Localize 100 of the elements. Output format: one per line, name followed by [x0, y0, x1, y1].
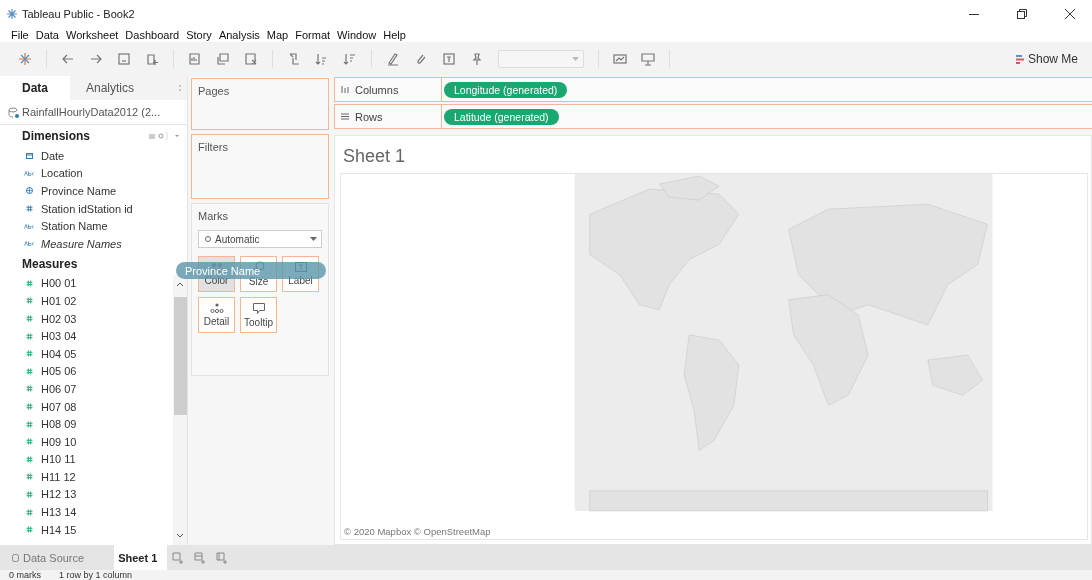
- number-type-icon: [25, 403, 33, 410]
- measure-field[interactable]: H05 06: [41, 365, 77, 378]
- show-me-button[interactable]: Show Me: [1015, 52, 1078, 66]
- menu-item[interactable]: Window: [337, 29, 377, 41]
- database-icon: [12, 553, 19, 562]
- save-icon[interactable]: [117, 52, 131, 66]
- menu-item[interactable]: Format: [295, 29, 331, 41]
- measure-field[interactable]: H10 11: [41, 453, 76, 466]
- dimension-field[interactable]: Date: [41, 149, 65, 162]
- pages-shelf[interactable]: Pages: [191, 78, 329, 130]
- mark-property-button[interactable]: Tooltip: [240, 297, 277, 333]
- view-search-icons[interactable]: [149, 132, 181, 140]
- minimize-icon[interactable]: [969, 13, 979, 15]
- number-type-icon: [25, 315, 33, 323]
- caret-icon: [310, 237, 317, 241]
- highlighter-icon[interactable]: [386, 52, 400, 66]
- measure-field[interactable]: H12 13: [41, 488, 77, 501]
- new-story-icon[interactable]: [216, 551, 229, 564]
- shelf-label: Rows: [355, 110, 383, 123]
- rows-icon: [341, 113, 349, 120]
- card-image-icon[interactable]: [613, 52, 627, 66]
- number-type-icon: [25, 332, 33, 340]
- detail-dots-icon: [209, 303, 224, 313]
- dimension-field[interactable]: Station idStation id: [41, 202, 133, 215]
- status-text: 1 row by 1 column: [59, 570, 133, 580]
- tableau-logo-icon[interactable]: [18, 52, 32, 66]
- swap-icon[interactable]: [287, 52, 301, 66]
- number-type-icon: [25, 385, 33, 393]
- dimension-field[interactable]: Measure Names: [41, 237, 122, 250]
- app-logo-icon: [6, 8, 18, 20]
- presentation-icon[interactable]: [641, 52, 655, 66]
- add-datasource-icon[interactable]: [145, 52, 159, 66]
- scrollbar[interactable]: [173, 274, 187, 545]
- menu-item[interactable]: Data: [35, 29, 59, 41]
- sheet-tab[interactable]: Data Source: [8, 545, 95, 570]
- dimension-field[interactable]: Location: [41, 167, 83, 180]
- measure-field[interactable]: H08 09: [41, 418, 77, 431]
- menu-item[interactable]: Dashboard: [125, 29, 180, 41]
- data-source-name[interactable]: RainfallHourlyData2012 (2...: [22, 106, 161, 118]
- database-icon: [8, 106, 19, 118]
- number-type-icon: [25, 455, 33, 463]
- abc-type-icon: [24, 241, 34, 247]
- sort-descending-icon[interactable]: [343, 52, 357, 66]
- mark-type-dropdown[interactable]: Automatic: [198, 230, 322, 248]
- measure-field[interactable]: H02 03: [41, 312, 77, 325]
- mark-property-button[interactable]: Detail: [198, 297, 235, 333]
- measure-field[interactable]: H01 02: [41, 294, 77, 307]
- speech-bubble-icon: [252, 302, 265, 314]
- measure-field[interactable]: H11 12: [41, 470, 76, 483]
- measure-field[interactable]: H06 07: [41, 382, 77, 395]
- new-sheet-icon[interactable]: [188, 52, 202, 66]
- dimension-field[interactable]: Province Name: [41, 185, 117, 197]
- clear-sheet-icon[interactable]: [244, 52, 258, 66]
- calendar-icon: [25, 152, 33, 159]
- rows-shelf[interactable]: Rows Latitude (generated): [334, 104, 1092, 129]
- paperclip-icon[interactable]: [414, 52, 428, 66]
- close-icon[interactable]: [1065, 9, 1075, 19]
- measure-field[interactable]: H07 08: [41, 400, 77, 413]
- new-worksheet-icon[interactable]: [172, 551, 185, 564]
- pin-icon[interactable]: [470, 52, 484, 66]
- number-type-icon: [25, 491, 33, 498]
- section-title: Dimensions: [22, 129, 90, 143]
- menu-item[interactable]: Map: [266, 29, 289, 41]
- sort-ascending-icon[interactable]: [315, 52, 329, 66]
- pane-tab[interactable]: Analytics: [70, 76, 156, 100]
- forward-arrow-icon[interactable]: [89, 52, 103, 66]
- menu-item[interactable]: Analysis: [218, 29, 260, 41]
- show-me-icon: [1015, 54, 1024, 64]
- scroll-thumb[interactable]: [173, 296, 187, 415]
- measure-field[interactable]: H14 15: [41, 523, 77, 536]
- menu-item[interactable]: Help: [383, 29, 406, 41]
- restore-icon[interactable]: [1017, 9, 1027, 19]
- sheet-title: Sheet 1: [342, 145, 407, 168]
- number-type-icon: [25, 350, 33, 358]
- back-arrow-icon[interactable]: [61, 52, 75, 66]
- globe-icon: [25, 187, 33, 195]
- filters-shelf[interactable]: Filters: [191, 134, 329, 199]
- dimension-field[interactable]: Station Name: [41, 220, 108, 233]
- number-type-icon: [25, 279, 33, 287]
- measure-field[interactable]: H04 05: [41, 347, 77, 360]
- menu-item[interactable]: File: [11, 29, 29, 41]
- menu-item[interactable]: Worksheet: [66, 29, 119, 41]
- menu-item[interactable]: Story: [186, 29, 212, 41]
- sheet-tab[interactable]: Sheet 1: [114, 545, 168, 570]
- measure-field[interactable]: H03 04: [41, 330, 77, 343]
- number-type-icon: [25, 367, 33, 375]
- duplicate-icon[interactable]: [216, 52, 230, 66]
- measure-field[interactable]: H00 01: [41, 277, 77, 290]
- circle-mark-icon: [205, 236, 211, 242]
- measure-field[interactable]: H09 10: [41, 435, 77, 448]
- columns-shelf[interactable]: Columns Longitude (generated): [334, 77, 1092, 102]
- text-label-icon[interactable]: [442, 52, 456, 66]
- number-type-icon: [25, 526, 33, 534]
- measure-field[interactable]: H13 14: [41, 506, 77, 519]
- number-type-icon: [25, 297, 33, 305]
- status-text: 0 marks: [9, 570, 41, 580]
- shelf-label: Columns: [355, 83, 399, 96]
- map-attribution: © 2020 Mapbox © OpenStreetMap: [343, 526, 492, 539]
- new-dashboard-icon[interactable]: [194, 551, 207, 564]
- number-type-icon: [25, 420, 33, 428]
